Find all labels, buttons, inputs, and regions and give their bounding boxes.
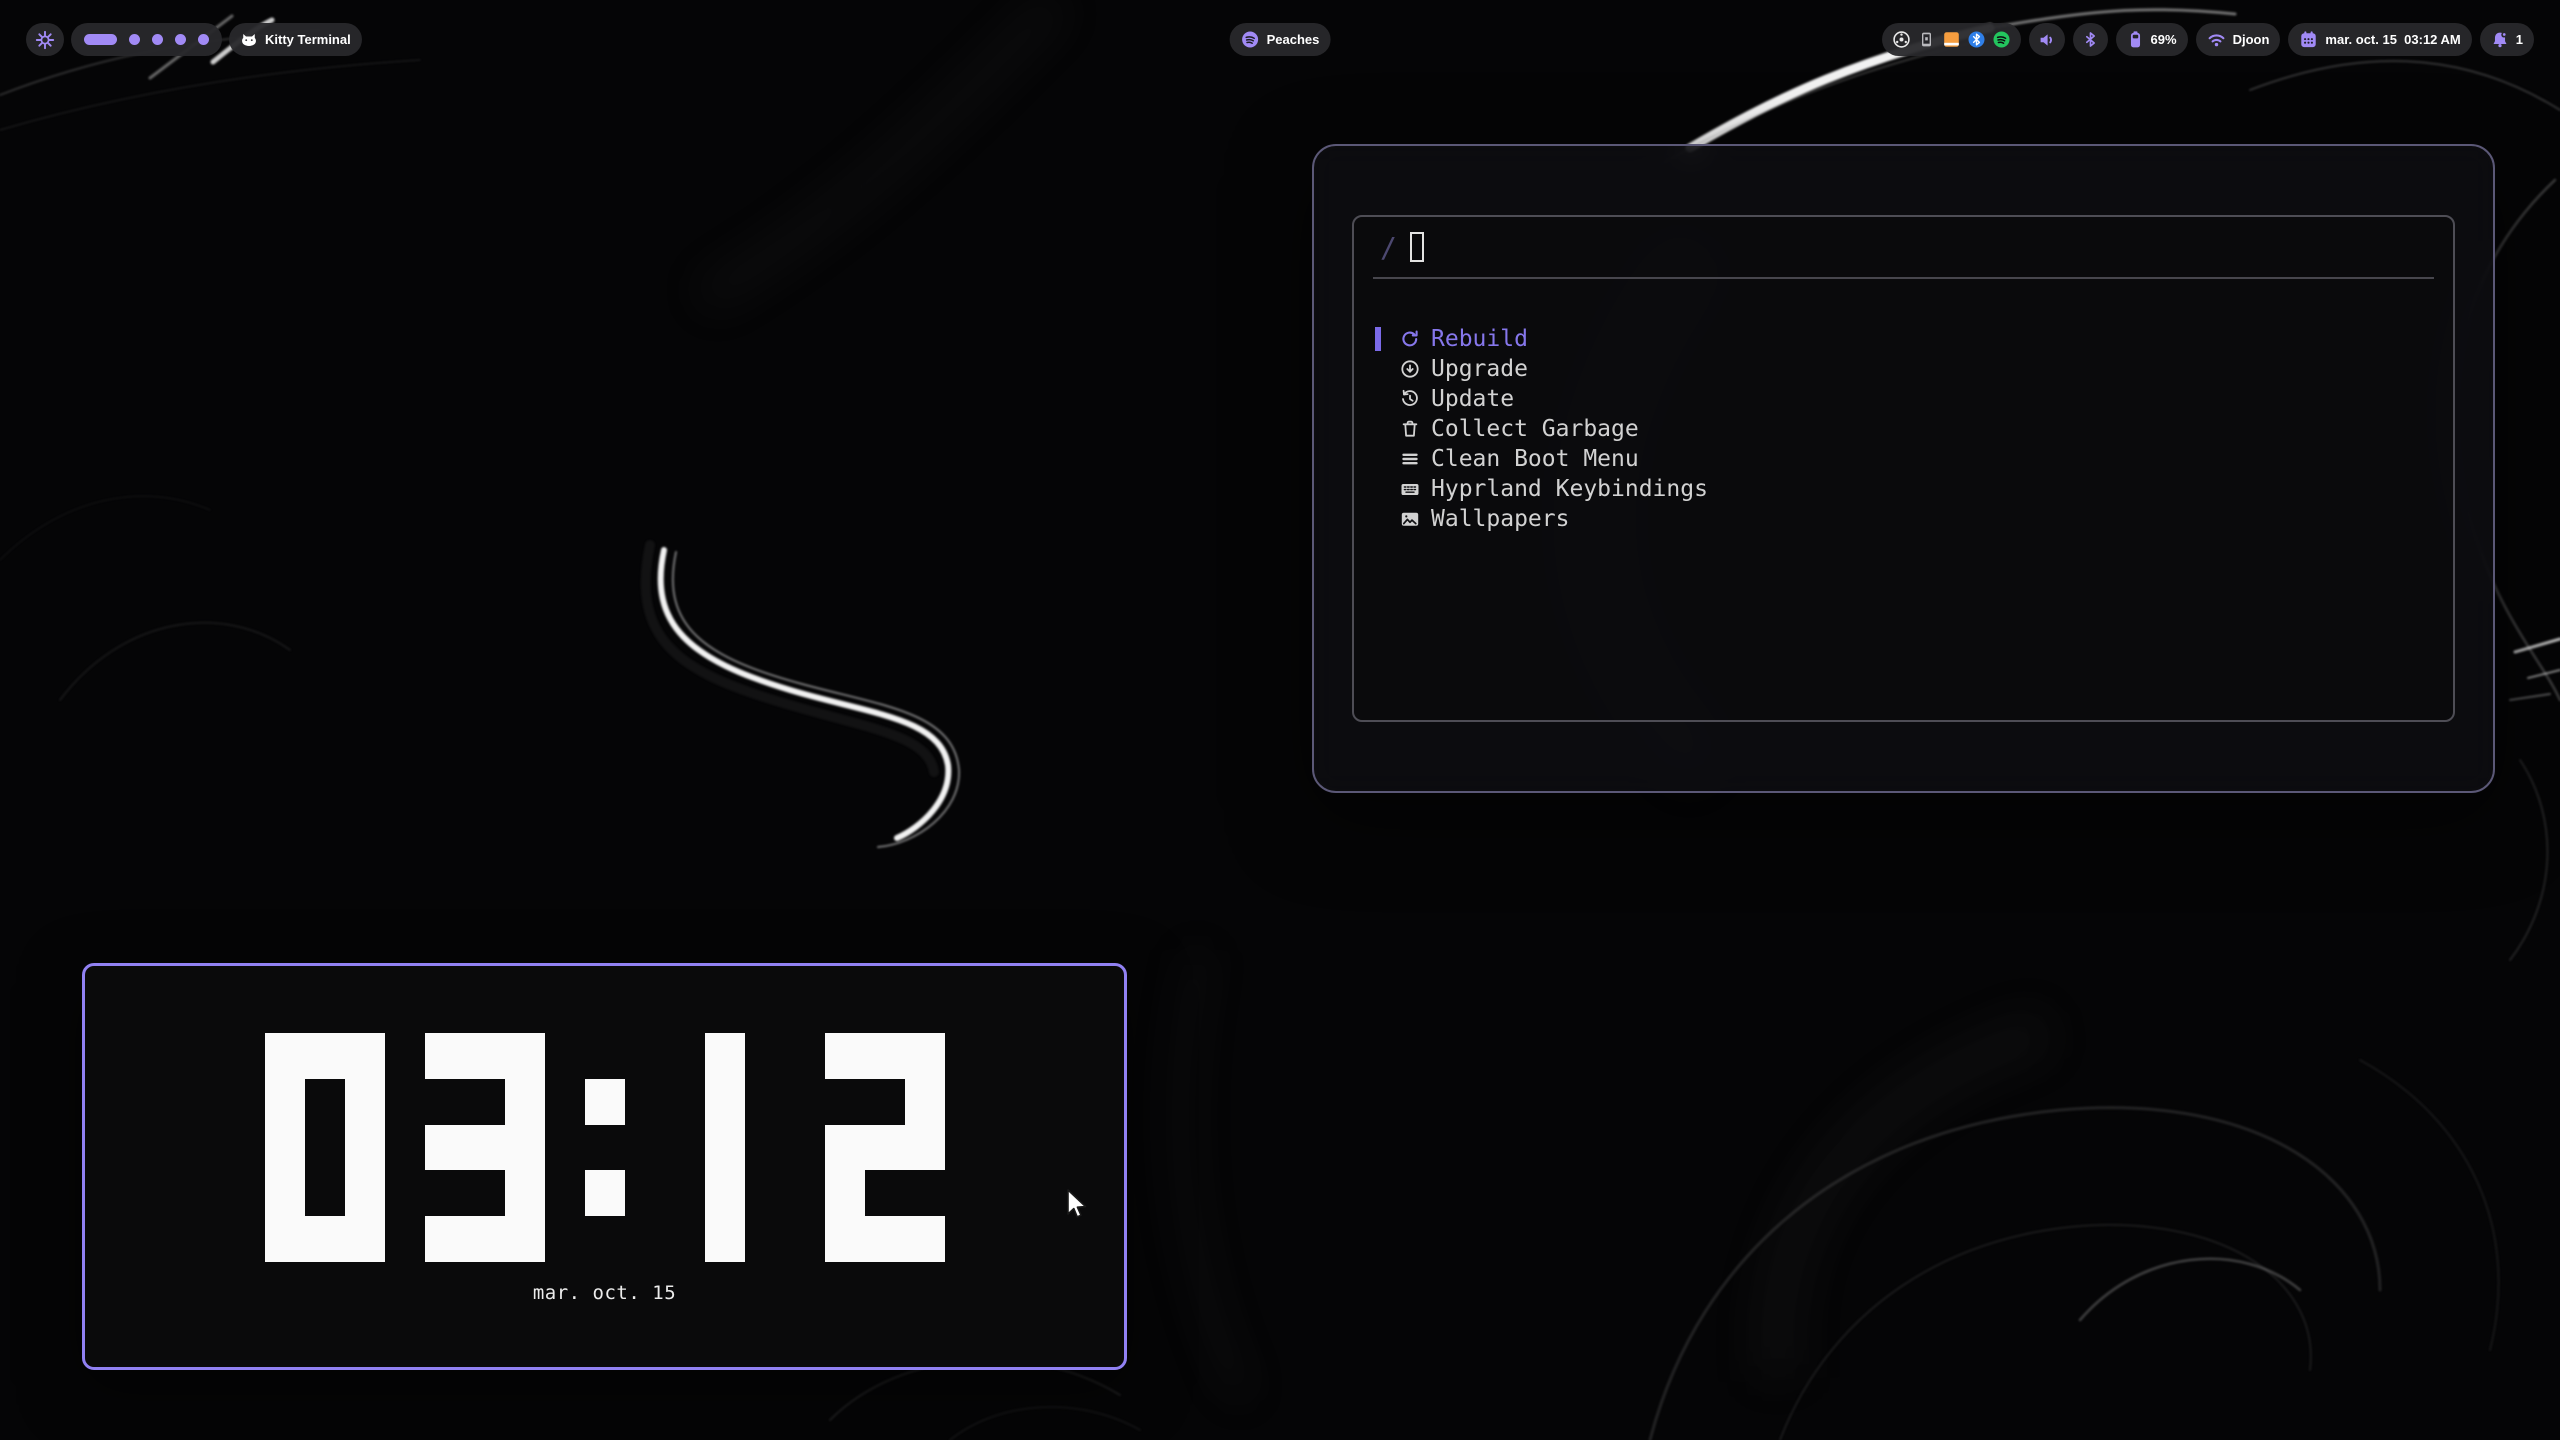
cat-icon: [240, 31, 258, 49]
workspace-dot[interactable]: [198, 34, 209, 45]
menu-item[interactable]: Clean Boot Menu: [1354, 444, 2453, 474]
workspace-dot[interactable]: [129, 34, 140, 45]
spotify-icon[interactable]: [1992, 30, 2011, 49]
digit-glyph: [265, 1033, 385, 1262]
bluetooth-icon[interactable]: [1967, 30, 1986, 49]
calendar-icon: [2299, 30, 2318, 49]
menu-item[interactable]: Hyprland Keybindings: [1354, 474, 2453, 504]
system-tray: [1882, 23, 2021, 56]
digit-glyph: [425, 1033, 545, 1262]
top-bar: Kitty Terminal Peaches: [0, 0, 2560, 80]
clock-date: mar. oct. 15: [85, 1282, 1124, 1304]
menu-item[interactable]: Collect Garbage: [1354, 414, 2453, 444]
update-icon: [1399, 388, 1421, 410]
bluetooth-pill[interactable]: [2073, 23, 2108, 56]
selection-bar: [1375, 327, 1381, 351]
menu-item[interactable]: Upgrade: [1354, 354, 2453, 384]
menu-item[interactable]: Rebuild: [1354, 324, 2453, 354]
bluetooth-icon: [2082, 31, 2099, 48]
datetime-pill[interactable]: mar. oct. 15 03:12 AM: [2288, 23, 2471, 56]
menu-list-icon: [1399, 448, 1421, 470]
menu-item-label: Upgrade: [1431, 356, 1528, 382]
network-name: Djoon: [2233, 32, 2270, 47]
top-bar-left: Kitty Terminal: [26, 23, 362, 56]
launcher-button[interactable]: [26, 23, 64, 56]
datetime-text: mar. oct. 15 03:12 AM: [2325, 32, 2460, 47]
search-input[interactable]: /: [1373, 217, 2434, 279]
rebuild-icon: [1399, 328, 1421, 350]
clock-digits: [85, 1033, 1124, 1262]
battery-icon: [2127, 30, 2144, 49]
notifications-pill[interactable]: 1: [2480, 23, 2534, 56]
menu-item-label: Collect Garbage: [1431, 416, 1639, 442]
menu-item-label: Rebuild: [1431, 326, 1528, 352]
digit-glyph: [825, 1033, 945, 1262]
prompt-label: /: [1380, 231, 1397, 264]
media-title: Peaches: [1267, 32, 1320, 47]
text-cursor: [1410, 232, 1424, 262]
speaker-icon: [2038, 31, 2056, 49]
notebook-icon[interactable]: [1942, 30, 1961, 49]
digit-glyph: [665, 1033, 785, 1262]
menu-list: Rebuild Upgrade Update: [1354, 324, 2453, 534]
spotify-icon: [1241, 30, 1260, 49]
menu-item-label: Clean Boot Menu: [1431, 446, 1639, 472]
battery-percent: 69%: [2151, 32, 2177, 47]
phone-icon[interactable]: [1917, 30, 1936, 49]
workspace-dot[interactable]: [152, 34, 163, 45]
battery-pill[interactable]: 69%: [2116, 23, 2188, 56]
trash-icon: [1399, 418, 1421, 440]
disc-icon[interactable]: [1892, 30, 1911, 49]
volume-pill[interactable]: [2029, 23, 2065, 56]
active-window-title: Kitty Terminal: [265, 32, 351, 47]
menu-item-label: Wallpapers: [1431, 506, 1569, 532]
notification-count: 1: [2516, 32, 2523, 47]
clock-widget: mar. oct. 15: [82, 963, 1127, 1370]
top-bar-right: 69% Djoon mar. oct. 15: [1882, 23, 2534, 56]
upgrade-icon: [1399, 358, 1421, 380]
workspaces: [71, 23, 222, 56]
keyboard-icon: [1399, 478, 1421, 500]
workspace-dot[interactable]: [175, 34, 186, 45]
workspace-active[interactable]: [84, 34, 117, 45]
media-pill[interactable]: Peaches: [1230, 23, 1331, 56]
menu-item-label: Update: [1431, 386, 1514, 412]
menu-item[interactable]: Wallpapers: [1354, 504, 2453, 534]
image-icon: [1399, 508, 1421, 530]
active-window-pill[interactable]: Kitty Terminal: [229, 23, 362, 56]
wifi-icon: [2207, 31, 2226, 48]
menu-item-label: Hyprland Keybindings: [1431, 476, 1708, 502]
network-pill[interactable]: Djoon: [2196, 23, 2281, 56]
launcher-window: / Rebuild Upgrade: [1312, 144, 2495, 793]
menu-item[interactable]: Update: [1354, 384, 2453, 414]
mouse-cursor: [1063, 1188, 1089, 1222]
bell-icon: [2491, 31, 2509, 49]
snowflake-icon: [35, 30, 55, 50]
launcher-panel: / Rebuild Upgrade: [1352, 215, 2455, 722]
colon-glyph: [585, 1033, 625, 1262]
